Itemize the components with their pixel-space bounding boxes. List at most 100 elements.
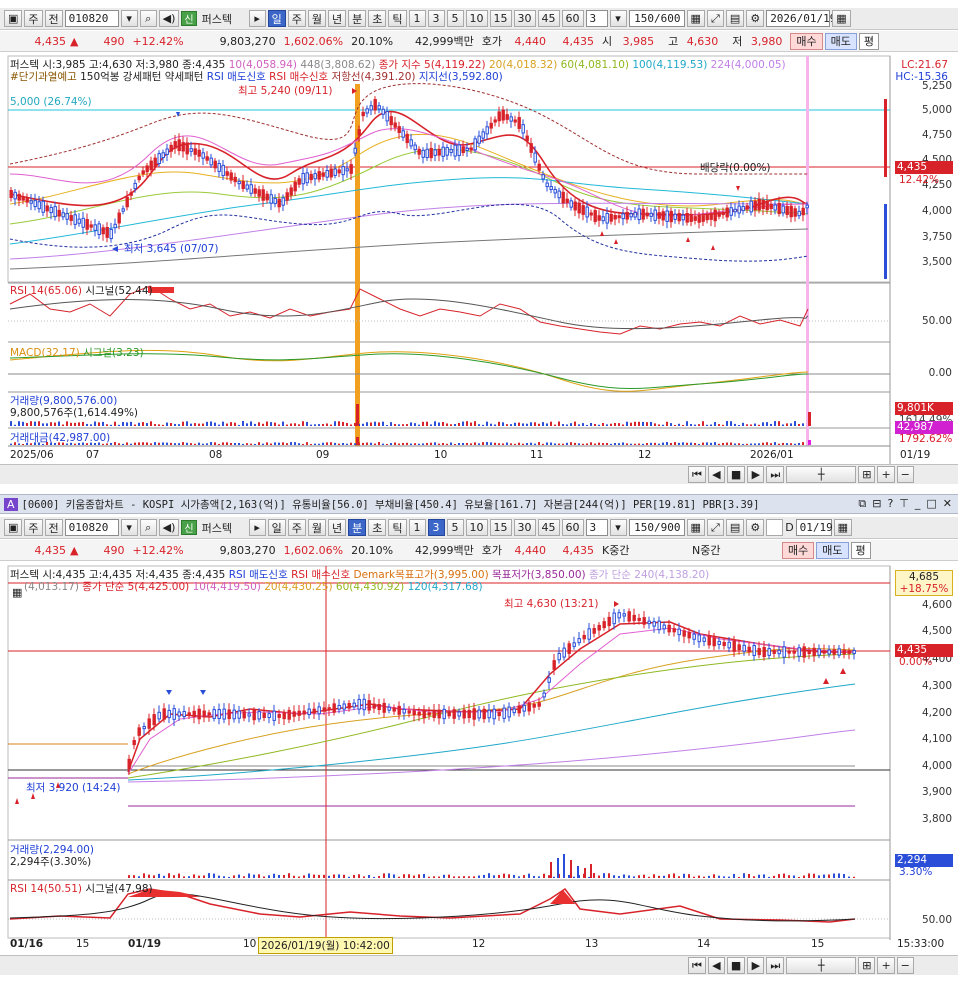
zoom-out-icon[interactable]: − (896, 957, 914, 974)
scroll-left-icon[interactable]: ◀ (707, 466, 725, 483)
prev-button[interactable]: 전 (44, 10, 63, 27)
interval-dropdown-icon[interactable]: ▾ (609, 519, 627, 536)
minimize-icon[interactable]: _ (915, 497, 921, 511)
zoom-slider[interactable]: ┼ (786, 466, 857, 483)
d-checkbox[interactable] (766, 519, 784, 536)
close-icon[interactable]: ✕ (943, 497, 952, 511)
zoom-in-icon[interactable]: + (877, 466, 895, 483)
scroll-end-icon[interactable]: ⏭ (766, 466, 785, 483)
interval-30[interactable]: 30 (513, 519, 536, 536)
interval-10[interactable]: 10 (465, 10, 488, 27)
maximize-icon[interactable]: □ (926, 497, 936, 511)
stop-icon[interactable]: ■ (726, 466, 746, 483)
period-week[interactable]: 주 (287, 519, 306, 536)
avg-button[interactable]: 평 (850, 541, 871, 559)
interval-input[interactable]: 3 (585, 10, 608, 27)
period-week[interactable]: 주 (287, 10, 306, 27)
stop-icon[interactable]: ■ (726, 957, 746, 974)
interval-30[interactable]: 30 (513, 10, 536, 27)
speaker-icon[interactable]: ◀) (158, 10, 180, 27)
avg-button[interactable]: 평 (858, 32, 880, 50)
period-minute[interactable]: 분 (348, 519, 367, 536)
date-input[interactable]: 01/19 (795, 519, 833, 536)
calendar-icon[interactable]: ▦ (833, 519, 853, 536)
scroll-start-icon[interactable]: ⏮ (688, 466, 706, 483)
interval-3[interactable]: 3 (427, 10, 445, 27)
name-dropdown-icon[interactable]: ▸ (248, 10, 266, 27)
interval-1[interactable]: 1 (408, 519, 426, 536)
save-icon[interactable]: ▤ (725, 10, 745, 27)
search-icon[interactable]: ⌕ (139, 10, 157, 27)
interval-5[interactable]: 5 (446, 10, 464, 27)
prev-button[interactable]: 전 (44, 519, 63, 536)
zoom-slider[interactable]: ┼ (786, 957, 857, 974)
zoom-out-icon[interactable]: − (896, 466, 914, 483)
code-dropdown-icon[interactable]: ▾ (120, 10, 138, 27)
interval-60[interactable]: 60 (561, 10, 584, 27)
zoom-in-icon[interactable]: + (877, 957, 895, 974)
sell-button[interactable]: 매도 (824, 32, 857, 50)
interval-10[interactable]: 10 (465, 519, 488, 536)
gear-icon[interactable]: ⚙ (746, 519, 765, 536)
market-select[interactable]: 주 (24, 519, 43, 536)
search-icon[interactable]: ⌕ (139, 519, 157, 536)
interval-input[interactable]: 3 (585, 519, 608, 536)
fit-icon[interactable]: ⊞ (858, 957, 876, 974)
period-second[interactable]: 초 (368, 519, 387, 536)
trend-icon[interactable]: ⤢ (706, 519, 724, 536)
period-month[interactable]: 월 (307, 519, 326, 536)
grid-icon[interactable]: ▦ (686, 10, 705, 27)
interval-3[interactable]: 3 (427, 519, 445, 536)
scroll-right-icon[interactable]: ▶ (747, 957, 765, 974)
period-tick[interactable]: 틱 (388, 519, 407, 536)
buy-button[interactable]: 매수 (790, 32, 823, 50)
period-second[interactable]: 초 (368, 10, 387, 27)
save-icon[interactable]: ▤ (725, 519, 745, 536)
link-icon[interactable]: ⧉ (858, 497, 866, 511)
window-icon[interactable]: ▣ (4, 10, 23, 27)
period-tick[interactable]: 틱 (388, 10, 407, 27)
help-icon[interactable]: ? (887, 497, 893, 511)
scroll-left-icon[interactable]: ◀ (707, 957, 725, 974)
calendar-icon[interactable]: ▦ (832, 10, 851, 27)
interval-1[interactable]: 1 (408, 10, 426, 27)
fit-icon[interactable]: ⊞ (858, 466, 876, 483)
interval-5[interactable]: 5 (446, 519, 464, 536)
market-select[interactable]: 주 (24, 10, 43, 27)
settings-small-icon[interactable]: ▦ (12, 586, 22, 599)
scroll-start-icon[interactable]: ⏮ (688, 957, 706, 974)
scroll-right-icon[interactable]: ▶ (747, 466, 765, 483)
scroll-end-icon[interactable]: ⏭ (766, 957, 785, 974)
stock-code-input[interactable]: 010820 (64, 519, 119, 536)
tile-icon[interactable]: ⊟ (872, 497, 881, 511)
code-dropdown-icon[interactable]: ▾ (120, 519, 138, 536)
window-icon[interactable]: ▣ (4, 519, 23, 536)
interval-45[interactable]: 45 (537, 10, 560, 27)
gear-icon[interactable]: ⚙ (746, 10, 765, 27)
count-input[interactable]: 150/600 (628, 10, 685, 27)
pin-icon[interactable]: ⊤ (899, 497, 909, 511)
period-year[interactable]: 년 (328, 10, 347, 27)
grid-icon[interactable]: ▦ (686, 519, 705, 536)
period-day[interactable]: 일 (267, 10, 286, 27)
trend-icon[interactable]: ⤢ (706, 10, 724, 27)
speaker-icon[interactable]: ◀) (158, 519, 180, 536)
top-scroll-bar[interactable]: ⏮ ◀ ■ ▶ ⏭ ┼ ⊞ + − (0, 464, 958, 484)
bottom-scroll-bar[interactable]: ⏮ ◀ ■ ▶ ⏭ ┼ ⊞ + − (0, 955, 958, 975)
interval-60[interactable]: 60 (561, 519, 584, 536)
period-day[interactable]: 일 (267, 519, 286, 536)
top-chart-svg[interactable] (0, 54, 958, 464)
buy-button[interactable]: 매수 (782, 541, 815, 559)
period-month[interactable]: 월 (307, 10, 326, 27)
sell-button[interactable]: 매도 (816, 541, 849, 559)
period-minute[interactable]: 분 (348, 10, 367, 27)
period-year[interactable]: 년 (328, 519, 347, 536)
interval-15[interactable]: 15 (489, 519, 512, 536)
date-input[interactable]: 2026/01/19 (766, 10, 836, 27)
count-input[interactable]: 150/900 (628, 519, 685, 536)
name-dropdown-icon[interactable]: ▸ (248, 519, 266, 536)
interval-15[interactable]: 15 (489, 10, 512, 27)
interval-45[interactable]: 45 (537, 519, 560, 536)
stock-code-input[interactable]: 010820 (64, 10, 119, 27)
interval-dropdown-icon[interactable]: ▾ (609, 10, 627, 27)
